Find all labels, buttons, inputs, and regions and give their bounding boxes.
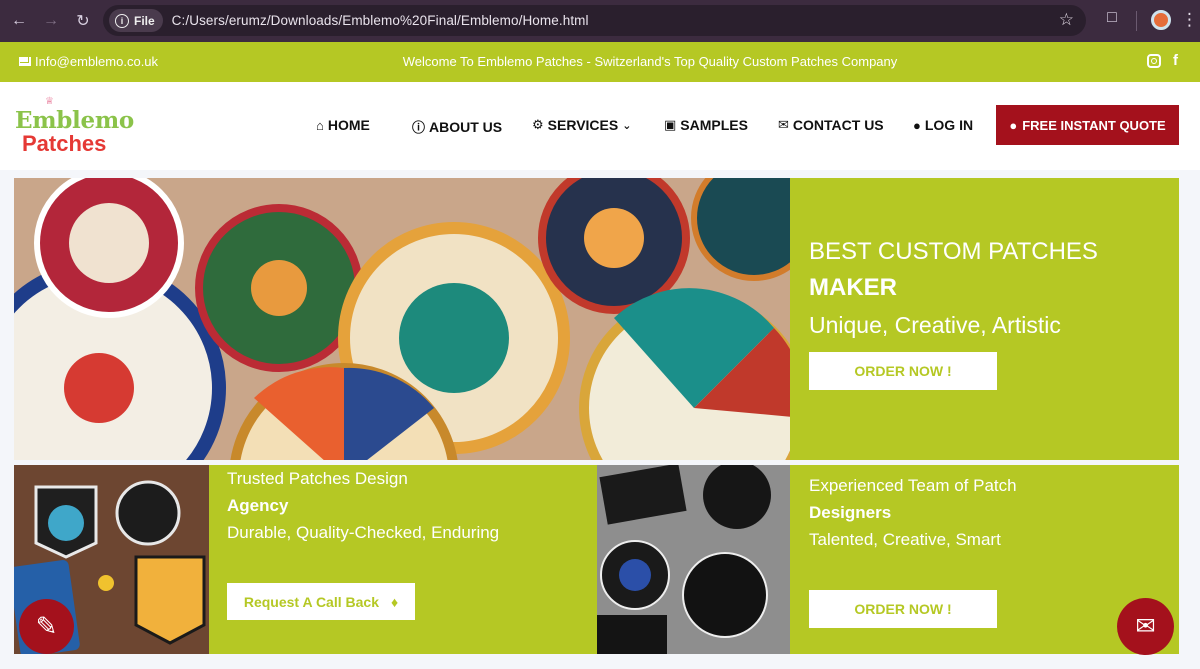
site-header: ♕ Emblemo Patches ⌂ HOME ⓘ ABOUT US ⚙ SE… (0, 82, 1200, 170)
instagram-icon[interactable] (1147, 54, 1161, 68)
browser-menu-icon[interactable]: ⋮ (1181, 8, 1198, 32)
images-icon: ▣ (664, 117, 677, 132)
nav-login-label: LOG IN (924, 117, 974, 133)
info-icon: ⓘ (412, 120, 426, 135)
nav-contact[interactable]: ✉ CONTACT US (778, 117, 884, 133)
facebook-icon[interactable]: f (1173, 52, 1178, 69)
free-quote-label: FREE INSTANT QUOTE (1022, 117, 1166, 133)
chat-floating-button[interactable]: ✉ (1117, 598, 1174, 655)
free-quote-button[interactable]: ● FREE INSTANT QUOTE (996, 105, 1179, 145)
url-text[interactable]: C:/Users/erumz/Downloads/Emblemo%20Final… (172, 13, 589, 28)
patches-illustration (597, 465, 790, 654)
patches-illustration (14, 178, 790, 460)
nav-about[interactable]: ⓘ ABOUT US (412, 117, 502, 136)
bookmark-star-icon[interactable]: ☆ (1059, 10, 1074, 30)
profile-avatar[interactable] (1151, 10, 1171, 30)
file-label: File (134, 13, 155, 28)
nav-contact-label: CONTACT US (792, 117, 884, 133)
designers-order-button[interactable]: ORDER NOW ! (809, 590, 997, 628)
agency-line3: Durable, Quality-Checked, Enduring (227, 523, 500, 542)
chat-icon: ✉ (1135, 613, 1156, 640)
reload-button[interactable]: ↻ (70, 8, 96, 34)
extensions-icon[interactable]: □ (1101, 9, 1123, 31)
toolbar-divider (1136, 11, 1137, 31)
browser-toolbar: ← → ↻ i File C:/Users/erumz/Downloads/Em… (0, 0, 1200, 42)
welcome-message: Welcome To Emblemo Patches - Switzerland… (402, 54, 898, 69)
request-call-back-button[interactable]: Request A Call Back ♦ (227, 583, 415, 620)
designers-line1: Experienced Team of Patch (809, 476, 1017, 495)
hero-panel: BEST CUSTOM PATCHES MAKER Unique, Creati… (790, 178, 1179, 460)
site-info-chip[interactable]: i File (109, 9, 163, 32)
nav-services[interactable]: ⚙ SERVICES ⌄ (532, 117, 631, 133)
nav-home[interactable]: ⌂ HOME (316, 117, 370, 133)
social-links: f (1147, 52, 1178, 69)
hero-patches-image (14, 178, 790, 460)
home-icon: ⌂ (316, 117, 324, 133)
nav-login[interactable]: ● LOG IN (913, 117, 973, 133)
designers-line2: Designers (809, 503, 892, 522)
black-patches-image (597, 465, 790, 654)
back-button[interactable]: ← (6, 8, 32, 34)
nav-about-label: ABOUT US (429, 118, 503, 135)
address-bar[interactable]: i File C:/Users/erumz/Downloads/Emblemo%… (103, 5, 1086, 36)
agency-panel: Trusted Patches Design Agency Durable, Q… (209, 465, 597, 654)
nav-samples-label: SAMPLES (680, 117, 748, 133)
nav-home-label: HOME (327, 117, 370, 133)
info-icon: i (115, 13, 129, 28)
bell-icon: ♦ (390, 593, 399, 610)
pencil-ruler-icon: ✎ (35, 611, 58, 641)
crown-icon: ♕ (45, 96, 54, 107)
envelope-icon: ✉ (778, 117, 789, 132)
chevron-down-icon: ⌄ (622, 119, 632, 132)
nav-services-label: SERVICES (547, 117, 619, 133)
forward-button[interactable]: → (38, 8, 64, 34)
gear-icon: ⚙ (532, 117, 544, 132)
nav-samples[interactable]: ▣ SAMPLES (664, 117, 748, 133)
designers-line3: Talented, Creative, Smart (809, 530, 1001, 549)
request-call-back-label: Request A Call Back (243, 593, 379, 610)
top-info-bar: Info@emblemo.co.uk Welcome To Emblemo Pa… (0, 42, 1200, 82)
hero-order-button[interactable]: ORDER NOW ! (809, 352, 997, 390)
hero-line1: BEST CUSTOM PATCHES (809, 238, 1098, 265)
design-tool-floating-button[interactable]: ✎ (19, 599, 74, 654)
hero-line2: MAKER (809, 274, 897, 301)
whatsapp-icon: ● (1009, 117, 1018, 133)
agency-line2: Agency (227, 496, 289, 515)
hero-line3: Unique, Creative, Artistic (809, 312, 1061, 338)
user-icon: ● (913, 117, 921, 133)
agency-line1: Trusted Patches Design (227, 469, 408, 488)
